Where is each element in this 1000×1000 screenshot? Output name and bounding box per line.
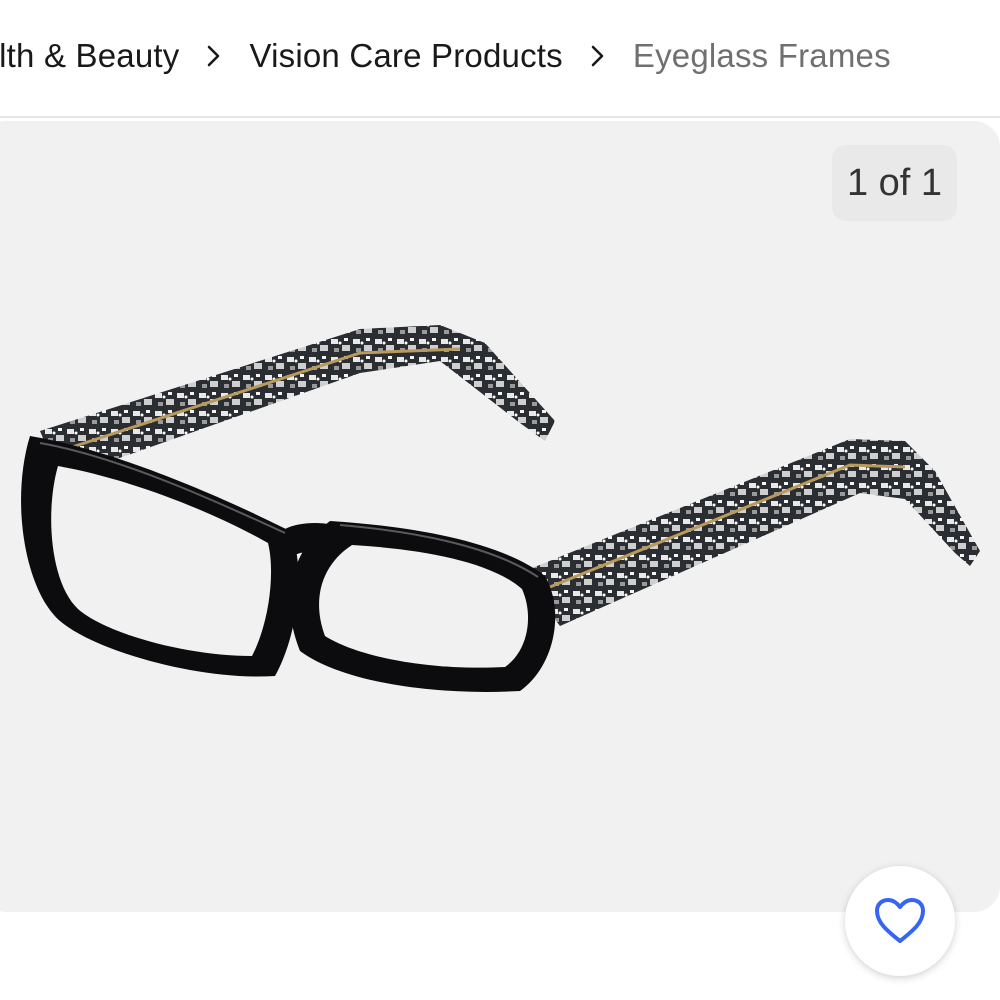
- chevron-right-icon: [585, 44, 611, 68]
- product-page: Health & Beauty Vision Care Products Eye…: [0, 0, 1000, 1000]
- breadcrumb: Health & Beauty Vision Care Products Eye…: [0, 0, 1000, 118]
- breadcrumb-item-health-beauty[interactable]: Health & Beauty: [0, 37, 179, 75]
- image-counter: 1 of 1: [832, 145, 957, 221]
- breadcrumb-item-vision-care[interactable]: Vision Care Products: [249, 37, 562, 75]
- breadcrumb-item-eyeglass-frames[interactable]: Eyeglass Frames: [633, 37, 891, 75]
- image-gallery[interactable]: 1 of 1: [0, 121, 1000, 912]
- chevron-right-icon: [201, 44, 227, 68]
- breadcrumb-row: Health & Beauty Vision Care Products Eye…: [0, 34, 891, 78]
- product-image[interactable]: [0, 121, 1000, 912]
- watch-button[interactable]: [845, 866, 955, 976]
- heart-icon: [875, 898, 925, 943]
